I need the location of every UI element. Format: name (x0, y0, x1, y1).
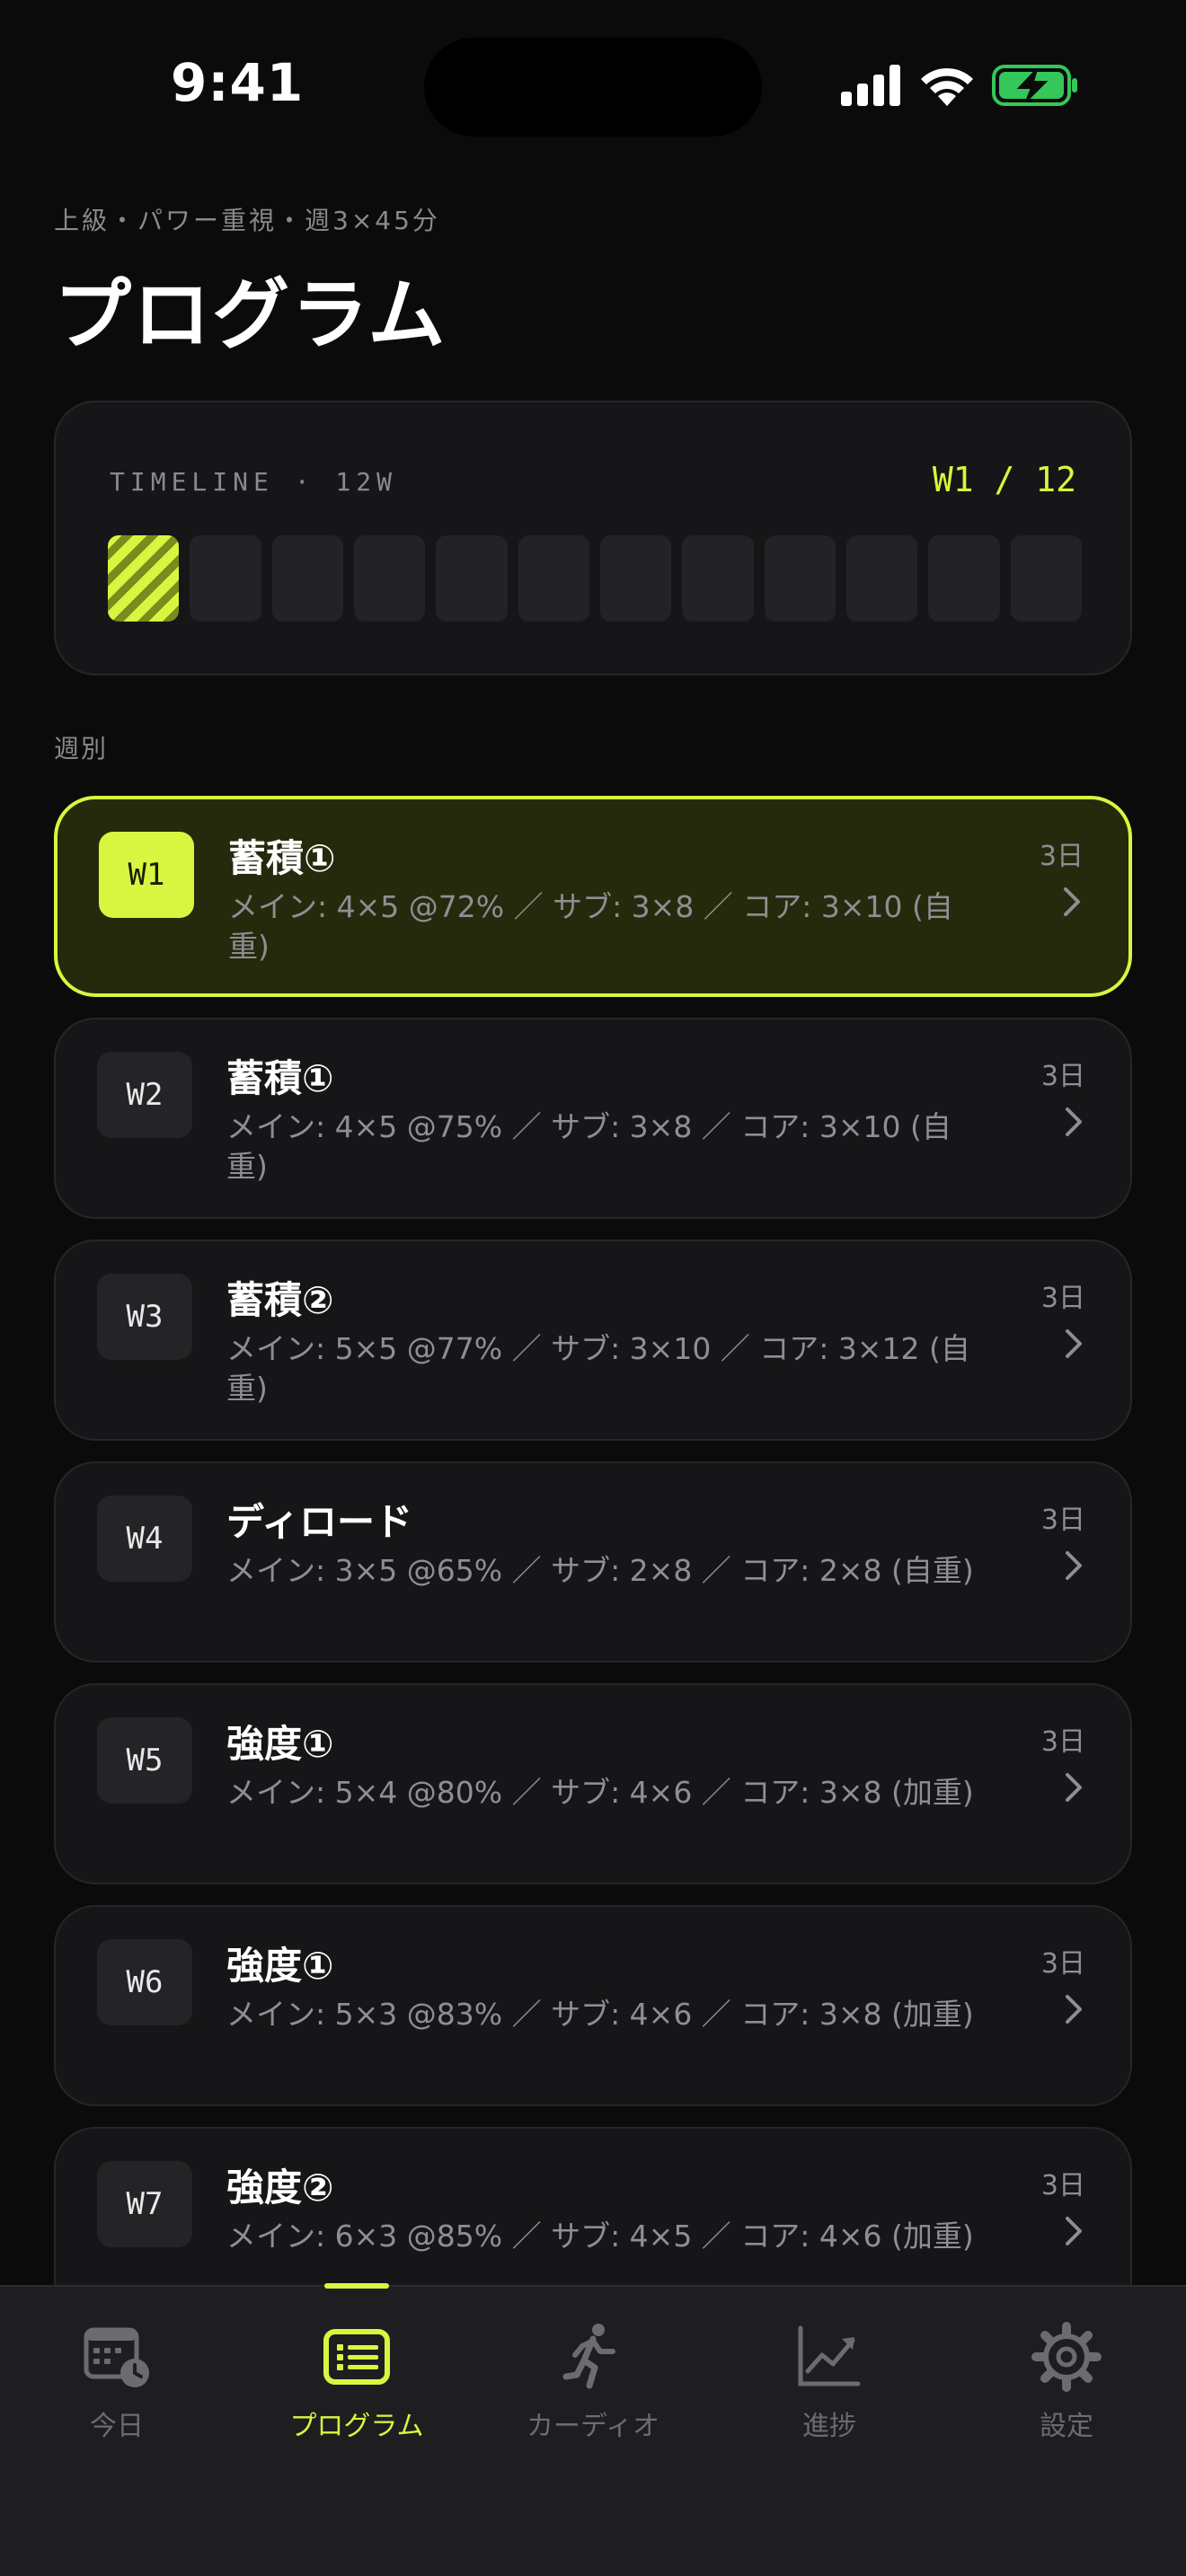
tab-label-settings: 設定 (1040, 2411, 1093, 2442)
timeline-cells (108, 535, 1082, 622)
week-card-w7[interactable]: W7 強度② メイン: 6×3 @85% ／ サブ: 4×5 ／ コア: 4×6 (… (54, 2127, 1132, 2285)
week-detail: メイン: 3×5 @65% ／ サブ: 2×8 ／ コア: 2×8 (自重) (226, 1553, 974, 1588)
timeline-cell (845, 535, 918, 622)
tab-label-program: プログラム (289, 2411, 424, 2442)
week-card-w6[interactable]: W6 強度① メイン: 5×3 @83% ／ サブ: 4×6 ／ コア: 3×8 (… (54, 1905, 1132, 2106)
week-days: 3日 (1040, 1504, 1085, 1536)
timeline-cell (353, 535, 426, 622)
tab-label-progress: 進捗 (802, 2411, 856, 2442)
week-days: 3日 (1040, 2170, 1085, 2201)
chevron-right-icon (1066, 1329, 1082, 1358)
timeline-card: TIMELINE · 12W W1 / 12 (54, 401, 1132, 675)
calendar-clock-icon (84, 2327, 149, 2387)
week-name: ディロード (226, 1500, 413, 1544)
week-name: 強度② (226, 2166, 334, 2210)
tab-progress[interactable]: 進捗 (721, 2321, 937, 2447)
battery-charging-icon (992, 65, 1077, 106)
week-card-w2[interactable]: W2 蓄積① メイン: 4×5 @75% ／ サブ: 3×8 ／ コア: 3×10 … (54, 1018, 1132, 1219)
week-detail: メイン: 6×3 @85% ／ サブ: 4×5 ／ コア: 4×6 (加重) (226, 2219, 974, 2254)
week-badge: W6 (97, 1939, 192, 2025)
list-icon (323, 2329, 390, 2385)
week-days: 3日 (1040, 1948, 1085, 1980)
running-person-icon (562, 2324, 615, 2389)
week-detail: メイン: 4×5 @75% ／ サブ: 3×8 ／ コア: 3×10 (自重) (226, 1109, 951, 1184)
week-days: 3日 (1040, 1283, 1085, 1314)
week-card-w4[interactable]: W4 ディロードメイン: 3×5 @65% ／ サブ: 2×8 ／ コア: 2×8… (54, 1461, 1132, 1663)
tab-label-cardio: カーディオ (527, 2411, 659, 2442)
week-detail: メイン: 5×4 @80% ／ サブ: 4×6 ／ コア: 3×8 (加重) (226, 1775, 974, 1810)
week-badge: W5 (97, 1717, 192, 1804)
chevron-right-icon (1066, 1551, 1082, 1580)
week-detail: メイン: 4×5 @72% ／ サブ: 3×8 ／ コア: 3×10 (自重) (228, 889, 953, 964)
wifi-icon (921, 67, 973, 106)
week-name: 強度① (226, 1944, 334, 1988)
chevron-right-icon (1066, 1995, 1082, 2024)
week-name: 蓄積① (226, 1056, 334, 1100)
chart-line-icon (798, 2325, 861, 2386)
tab-today[interactable]: 今日 (9, 2321, 225, 2447)
page-title: プログラム (54, 270, 447, 360)
tab-cardio[interactable]: カーディオ (485, 2321, 701, 2447)
week-detail: メイン: 5×3 @83% ／ サブ: 4×6 ／ コア: 3×8 (加重) (226, 1997, 974, 2032)
week-card-w1[interactable]: W1 蓄積① メイン: 4×5 @72% ／ サブ: 3×8 ／ コア: 3×10 … (54, 796, 1132, 997)
week-name: 蓄積① (228, 836, 336, 880)
chevron-right-icon (1066, 1107, 1082, 1136)
week-detail: メイン: 5×5 @77% ／ サブ: 3×10 ／ コア: 3×12 (自重) (226, 1331, 970, 1406)
tab-label-today: 今日 (90, 2411, 144, 2442)
status-time: 9:41 (171, 52, 305, 113)
week-days: 3日 (1040, 1726, 1085, 1758)
week-name: 強度① (226, 1722, 334, 1766)
week-badge: W7 (97, 2161, 192, 2247)
timeline-cell (436, 535, 508, 622)
section-label-weekly: 週別 (54, 734, 109, 763)
timeline-cell (928, 535, 1000, 622)
timeline-current-week: W1 / 12 (932, 460, 1076, 499)
timeline-cell (1010, 535, 1082, 622)
timeline-cell (764, 535, 836, 622)
chevron-right-icon (1064, 887, 1080, 916)
tab-settings[interactable]: 設定 (959, 2321, 1174, 2447)
week-name: 蓄積② (226, 1278, 334, 1322)
timeline-label: TIMELINE · 12W (110, 467, 398, 497)
week-badge: W2 (97, 1052, 192, 1138)
week-card-w5[interactable]: W5 強度① メイン: 5×4 @80% ／ サブ: 4×6 ／ コア: 3×8 (… (54, 1683, 1132, 1884)
timeline-cell (518, 535, 589, 622)
week-badge: W1 (99, 832, 194, 918)
cellular-signal-icon (841, 65, 900, 106)
week-list[interactable]: W1 蓄積① メイン: 4×5 @72% ／ サブ: 3×8 ／ コア: 3×10 … (54, 796, 1132, 2285)
week-card-w3[interactable]: W3 蓄積② メイン: 5×5 @77% ／ サブ: 3×10 ／ コア: 3×12… (54, 1239, 1132, 1441)
timeline-cell (682, 535, 754, 622)
gear-icon (1031, 2322, 1102, 2392)
timeline-cell (599, 535, 672, 622)
program-subtitle: 上級・パワー重視・週3×45分 (54, 206, 440, 235)
timeline-cell (190, 535, 261, 622)
tab-bar: 今日 プログラム カーディオ 進捗 設定 (0, 2283, 1186, 2576)
status-bar: 9:41 (0, 0, 1186, 171)
tab-program[interactable]: プログラム (249, 2321, 465, 2447)
dynamic-island (424, 38, 762, 137)
week-days: 3日 (1039, 841, 1084, 872)
chevron-right-icon (1066, 2217, 1082, 2245)
week-badge: W3 (97, 1274, 192, 1360)
timeline-cell (271, 535, 343, 622)
tab-active-indicator (324, 2283, 389, 2289)
week-badge: W4 (97, 1495, 192, 1582)
week-days: 3日 (1040, 1061, 1085, 1092)
timeline-cell-current (108, 535, 180, 622)
chevron-right-icon (1066, 1773, 1082, 1802)
